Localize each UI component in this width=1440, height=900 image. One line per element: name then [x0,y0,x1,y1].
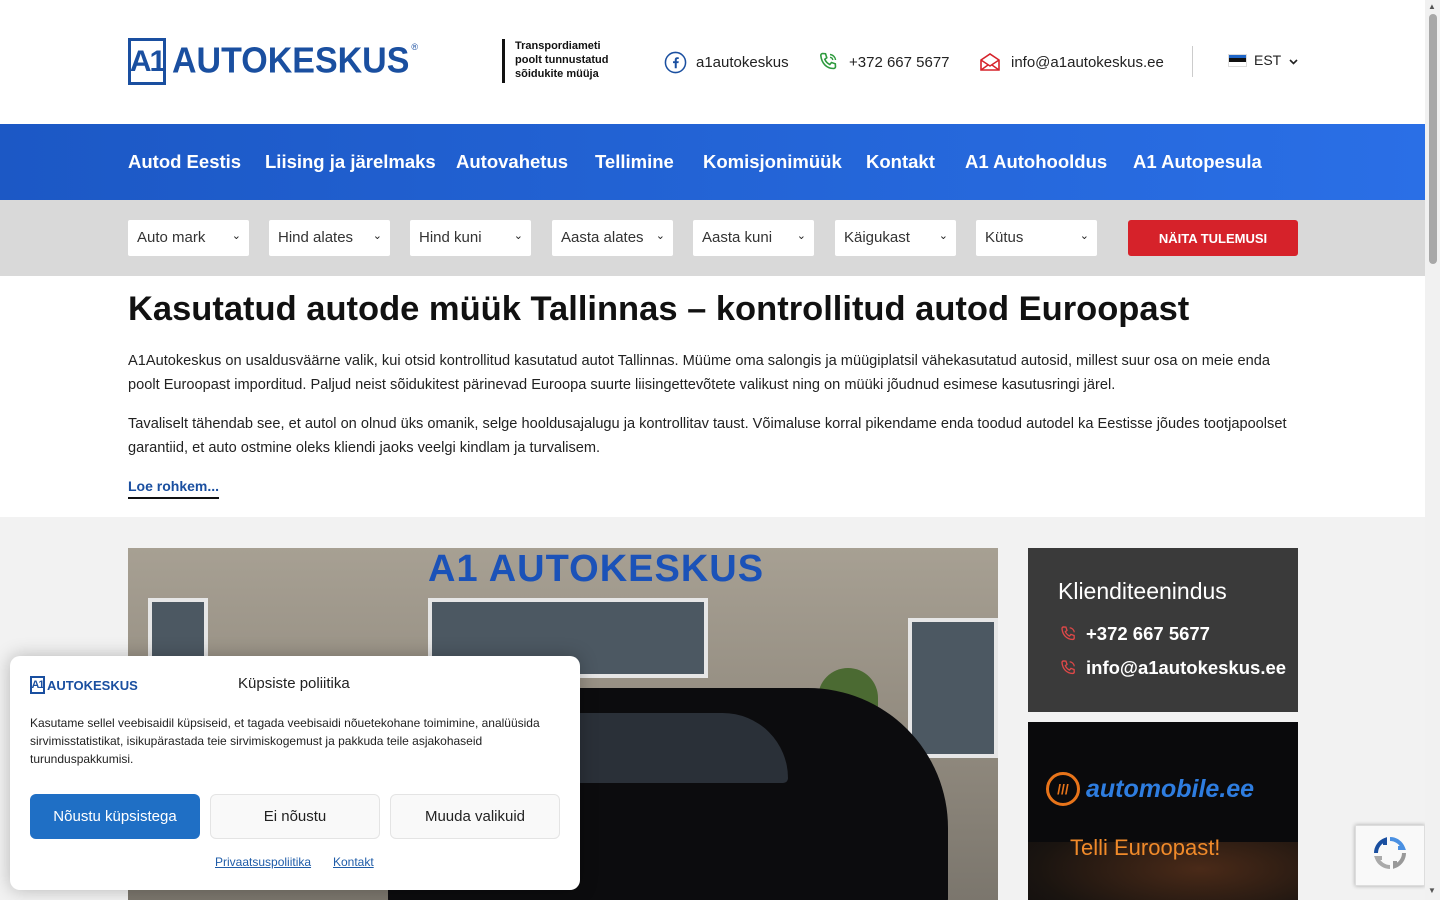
chevron-down-icon: ⌄ [938,230,948,242]
nav-item-leasing[interactable]: Liising ja järelmaks [265,151,436,173]
search-filter-bar: Auto mark ⌄ Hind alates ⌄ Hind kuni ⌄ Aasta… [0,200,1425,276]
envelope-icon [978,50,1002,74]
sidebar-email-link[interactable]: info@a1autokeskus.ee [1058,657,1286,679]
header-phone-link[interactable]: +372 667 5677 [816,50,950,74]
site-logo[interactable]: A1 AUTOKESKUS ® [128,38,418,85]
price-to-value: Hind kuni [419,229,482,246]
year-from-select[interactable]: Aasta alates ⌄ [552,220,673,256]
sidebar-email-label: info@a1autokeskus.ee [1086,657,1287,678]
transmission-select[interactable]: Käigukast ⌄ [835,220,956,256]
header-phone-label: +372 667 5677 [849,53,950,71]
logo-mark: A1 [128,38,166,85]
registered-icon: ® [411,42,419,52]
phone-icon [816,50,840,74]
chevron-down-icon: ⌄ [655,230,665,242]
ad-slogan: Telli Euroopast! [1070,835,1221,860]
year-to-select[interactable]: Aasta kuni ⌄ [693,220,814,256]
header-email-label: info@a1autokeskus.ee [1011,53,1164,71]
badge-line-2: poolt tunnustatud [515,54,609,66]
ad-logo-icon: /// [1046,772,1080,806]
facebook-label: a1autokeskus [696,53,789,71]
chevron-down-icon: ⌄ [796,230,806,242]
cookie-logo-text: AUTOKESKUS [47,677,138,693]
privacy-policy-link[interactable]: Privaatsuspoliitika [215,855,311,869]
page-title: Kasutatud autode müük Tallinnas – kontro… [128,290,1190,328]
scrollbar-thumb[interactable] [1429,14,1437,264]
show-results-button[interactable]: NÄITA TULEMUSI [1128,220,1298,256]
nav-item-ordering[interactable]: Tellimine [595,151,674,173]
page-scrollbar[interactable]: ▲ ▼ [1425,0,1440,900]
fuel-value: Kütus [985,229,1024,246]
cookie-description: Kasutame sellel veebisaidil küpsiseid, e… [30,716,540,766]
header-divider [1192,46,1193,77]
photo-window [908,618,998,758]
header-email-link[interactable]: info@a1autokeskus.ee [978,50,1164,74]
make-select[interactable]: Auto mark ⌄ [128,220,249,256]
cookie-logo: A1 AUTOKESKUS [30,676,138,694]
chevron-down-icon: ⌄ [372,230,382,242]
sidebar-phone-link[interactable]: +372 667 5677 [1058,623,1210,645]
chevron-down-icon: ⌄ [513,230,523,242]
language-switcher[interactable]: EST [1228,52,1298,68]
nav-item-cars-in-estonia[interactable]: Autod Eestis [128,151,241,173]
cookie-consent-dialog: A1 AUTOKESKUS Küpsiste poliitika Kasutam… [10,656,580,890]
facebook-link[interactable]: a1autokeskus [663,50,789,74]
recaptcha-icon [1372,835,1408,876]
fuel-select[interactable]: Kütus ⌄ [976,220,1097,256]
make-select-value: Auto mark [137,229,206,246]
cookie-logo-mark: A1 [30,676,45,694]
main-navigation: Autod Eestis Liising ja järelmaks Autova… [0,124,1425,200]
customer-service-title: Klienditeenindus [1058,578,1227,604]
cookie-preferences-button[interactable]: Muuda valikuid [390,794,560,839]
chevron-down-icon [1289,52,1298,68]
facebook-icon [663,50,687,74]
intro-paragraph-1: A1Autokeskus on usaldusväärne valik, kui… [128,353,1270,393]
read-more-link[interactable]: Loe rohkem... [128,478,220,499]
badge-line-3: sõidukite müüja [515,68,599,80]
price-to-select[interactable]: Hind kuni ⌄ [410,220,531,256]
scroll-down-icon[interactable]: ▼ [1428,886,1436,895]
logo-text: AUTOKESKUS [172,41,410,81]
automobile-ad-banner[interactable]: /// automobile.ee Telli Euroopast! [1028,722,1298,900]
sidebar-phone-label: +372 667 5677 [1086,623,1210,644]
accept-cookies-button[interactable]: Nõustu küpsistega [30,794,200,839]
nav-item-car-service[interactable]: A1 Autohooldus [965,151,1107,173]
phone-icon [1058,624,1078,644]
chevron-down-icon: ⌄ [1079,230,1089,242]
ad-logo: /// automobile.ee [1046,772,1254,806]
scroll-up-icon[interactable]: ▲ [1428,2,1436,11]
transport-authority-badge: Transpordiameti poolt tunnustatud sõiduk… [502,39,632,83]
phone-icon [1058,658,1078,678]
cookie-title: Küpsiste poliitika [238,675,350,692]
customer-service-card: Klienditeenindus +372 667 5677 info@a1au… [1028,548,1298,712]
transmission-value: Käigukast [844,229,910,246]
price-from-select[interactable]: Hind alates ⌄ [269,220,390,256]
nav-item-contact[interactable]: Kontakt [866,151,935,173]
badge-line-1: Transpordiameti [515,40,601,52]
language-label: EST [1254,52,1282,68]
ad-brand: automobile.ee [1086,774,1255,803]
year-from-value: Aasta alates [561,229,644,246]
nav-item-car-exchange[interactable]: Autovahetus [456,151,568,173]
intro-paragraph-2: Tavaliselt tähendab see, et autol on oln… [128,416,1287,456]
nav-item-car-wash[interactable]: A1 Autopesula [1133,151,1262,173]
site-header: A1 AUTOKESKUS ® Transpordiameti poolt tu… [0,0,1425,124]
cookie-contact-link[interactable]: Kontakt [333,855,374,869]
building-sign: A1 AUTOKESKUS [428,548,765,590]
deny-cookies-button[interactable]: Ei nõustu [210,794,380,839]
estonia-flag-icon [1228,53,1247,67]
price-from-value: Hind alates [278,229,354,246]
chevron-down-icon: ⌄ [231,230,241,242]
recaptcha-badge[interactable] [1355,825,1425,886]
nav-item-consignment[interactable]: Komisjonimüük [703,151,842,173]
year-to-value: Aasta kuni [702,229,773,246]
